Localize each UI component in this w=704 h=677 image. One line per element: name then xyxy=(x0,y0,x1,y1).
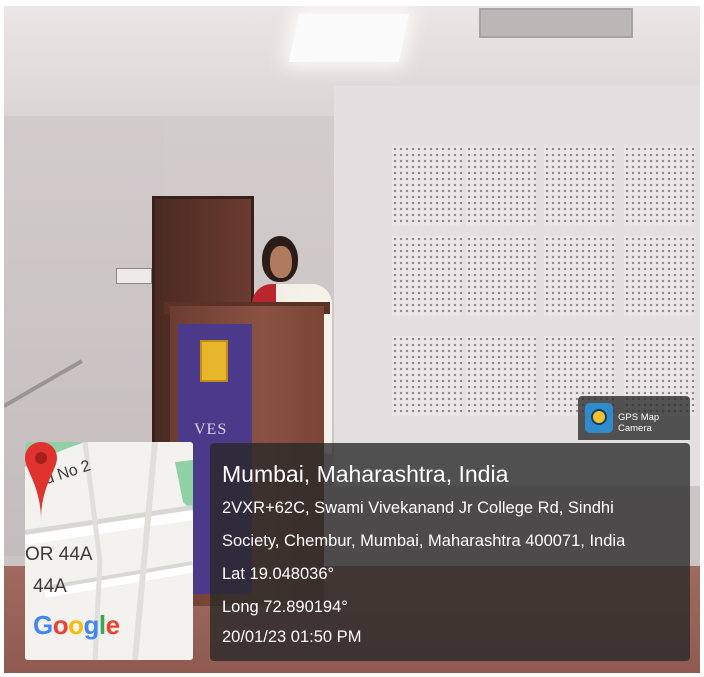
app-name: GPS Map Camera xyxy=(618,412,660,434)
acoustic-panel xyxy=(466,236,536,316)
location-title: Mumbai, Maharashtra, India xyxy=(222,461,509,487)
map-road-label: 44A xyxy=(33,576,67,597)
map-thumbnail: Rd No 2 OR 44A 44A Google xyxy=(25,442,193,660)
acoustic-panel xyxy=(544,236,614,316)
acoustic-panel xyxy=(624,236,694,316)
app-badge: GPS Map Camera xyxy=(578,396,690,440)
speaker-face xyxy=(270,246,292,278)
map-road-label: OR 44A xyxy=(25,544,93,565)
address-line-1: 2VXR+62C, Swami Vivekanand Jr College Rd… xyxy=(222,499,614,517)
gps-map-camera-icon xyxy=(585,403,613,433)
datetime: 20/01/23 01:50 PM xyxy=(222,628,362,646)
google-logo: Google xyxy=(33,610,120,640)
ac-vent xyxy=(479,8,633,38)
acoustic-panel xyxy=(392,336,462,416)
acoustic-panel xyxy=(624,146,694,226)
latitude: Lat 19.048036° xyxy=(222,565,335,583)
location-info-card: Mumbai, Maharashtra, India 2VXR+62C, Swa… xyxy=(210,443,690,661)
ceiling-light xyxy=(288,14,410,62)
acoustic-panel xyxy=(466,146,536,226)
address-line-2: Society, Chembur, Mumbai, Maharashtra 40… xyxy=(222,532,626,550)
acoustic-panel xyxy=(392,236,462,316)
longitude: Long 72.890194° xyxy=(222,598,348,616)
ves-logo xyxy=(200,340,228,382)
location-pin-icon xyxy=(25,442,57,520)
acoustic-panel xyxy=(544,146,614,226)
acoustic-panel xyxy=(466,336,536,416)
wall-switch xyxy=(116,268,152,284)
acoustic-panel xyxy=(392,146,462,226)
podium-sign-text: VES xyxy=(194,421,228,438)
